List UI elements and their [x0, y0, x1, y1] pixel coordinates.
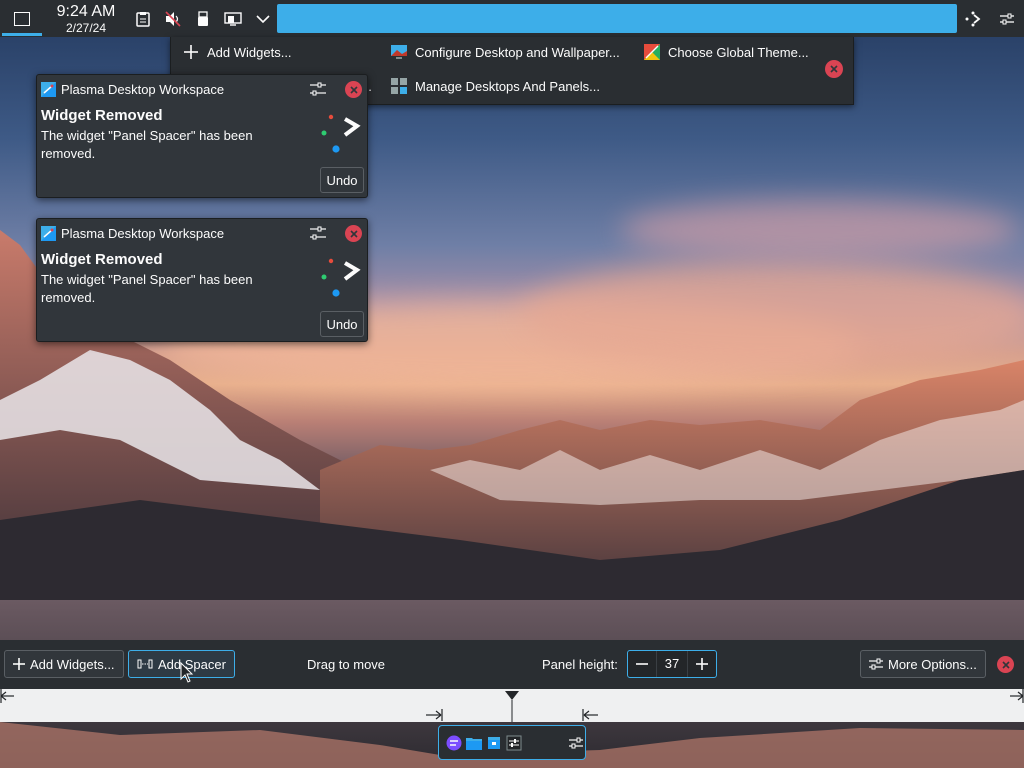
system-settings-icon — [506, 735, 522, 750]
panel-configuration-bar: Add Widgets... Add Spacer Drag to move P… — [0, 640, 1024, 689]
clipboard-icon — [136, 11, 150, 27]
add-widgets-menu-item[interactable]: Add Widgets... — [181, 39, 292, 65]
notification-close-button[interactable] — [345, 81, 362, 98]
close-icon — [830, 65, 838, 73]
offset-handle[interactable] — [505, 691, 519, 722]
usb-device-icon — [198, 10, 208, 26]
panel-ruler — [0, 689, 1024, 722]
notification-settings-icon[interactable] — [309, 224, 327, 242]
notification-popup: Plasma Desktop Workspace Widget Removed … — [36, 218, 368, 342]
plasma-app-icon — [41, 225, 56, 241]
min-length-left-handle[interactable] — [426, 709, 443, 721]
edit-mode-icon — [965, 11, 981, 26]
ruler-markers — [0, 689, 1024, 722]
notification-title: Widget Removed — [41, 251, 163, 268]
undo-button[interactable]: Undo — [320, 311, 364, 337]
theme-icon — [642, 42, 662, 62]
clock-time: 9:24 AM — [56, 2, 116, 20]
add-widgets-label: Add Widgets... — [207, 44, 292, 60]
choose-global-theme-menu-item[interactable]: Choose Global Theme... — [642, 39, 809, 65]
clock-date: 2/27/24 — [65, 20, 107, 35]
panel-height-input[interactable]: 37 — [656, 651, 688, 677]
drag-to-move-label[interactable]: Drag to move — [307, 657, 385, 672]
app-launcher-button[interactable] — [445, 734, 462, 752]
close-icon — [1001, 660, 1010, 669]
notification-body: The widget "Panel Spacer" has been remov… — [41, 272, 253, 305]
folder-icon — [465, 737, 482, 750]
configure-desktop-label: Configure Desktop and Wallpaper... — [415, 44, 620, 60]
plus-icon — [181, 42, 201, 62]
minus-icon — [636, 663, 648, 665]
panel-height-label: Panel height: — [542, 657, 618, 672]
close-icon — [349, 85, 358, 94]
notification-app-name: Plasma Desktop Workspace — [61, 81, 225, 97]
panel-settings-button[interactable] — [990, 0, 1024, 37]
panel-right-controls — [956, 0, 1024, 37]
close-icon — [349, 229, 358, 238]
display-button[interactable] — [218, 0, 248, 37]
manage-desktops-label: Manage Desktops And Panels... — [415, 78, 601, 94]
launcher-icon — [446, 735, 462, 750]
notification-app-name: Plasma Desktop Workspace — [61, 225, 225, 241]
show-desktop-icon — [14, 11, 30, 26]
clipboard-button[interactable] — [128, 0, 158, 37]
plus-icon — [696, 658, 708, 670]
plus-icon — [13, 658, 25, 670]
bottom-panel — [438, 725, 586, 760]
tray-expander-button[interactable] — [248, 0, 278, 37]
min-length-right-handle[interactable] — [582, 709, 598, 721]
right-edge-handle[interactable] — [1010, 689, 1024, 703]
settings-sliders-icon — [1000, 13, 1014, 24]
more-options-label: More Options... — [888, 656, 977, 672]
decrease-height-button[interactable] — [628, 651, 656, 677]
notification-body: The widget "Panel Spacer" has been remov… — [41, 128, 253, 161]
notification-close-button[interactable] — [345, 225, 362, 242]
bottom-panel-settings-button[interactable] — [568, 734, 585, 752]
mouse-cursor-icon — [180, 662, 194, 683]
panel-spacer-highlight[interactable] — [277, 4, 957, 33]
digital-clock[interactable]: 9:24 AM 2/27/24 — [44, 0, 128, 37]
file-manager-button[interactable] — [465, 734, 482, 752]
show-desktop-button[interactable] — [0, 0, 44, 37]
volume-muted-icon — [165, 10, 181, 27]
panel-height-spinbox: 37 — [627, 650, 717, 678]
settings-sliders-icon — [869, 658, 883, 670]
desktops-grid-icon — [389, 76, 409, 96]
edit-mode-badge-icon — [321, 258, 361, 297]
left-edge-handle[interactable] — [0, 689, 14, 703]
choose-global-theme-label: Choose Global Theme... — [668, 44, 809, 60]
add-widgets-button[interactable]: Add Widgets... — [4, 650, 124, 678]
device-notifier-button[interactable] — [188, 0, 218, 37]
add-widgets-label: Add Widgets... — [30, 656, 115, 672]
notification-popup: Plasma Desktop Workspace Widget Removed … — [36, 74, 368, 198]
package-icon — [488, 736, 500, 749]
manage-desktops-menu-item[interactable]: Manage Desktops And Panels... — [389, 73, 600, 99]
edit-mode-button[interactable] — [956, 0, 990, 37]
active-indicator — [2, 33, 42, 36]
edit-mode-badge-icon — [321, 114, 361, 153]
chevron-down-icon — [256, 14, 270, 23]
volume-button[interactable] — [158, 0, 188, 37]
notification-settings-icon[interactable] — [309, 80, 327, 98]
undo-button[interactable]: Undo — [320, 167, 364, 193]
exit-edit-mode-button[interactable] — [825, 60, 843, 78]
wallpaper-icon — [389, 42, 409, 62]
more-options-button[interactable]: More Options... — [860, 650, 986, 678]
spacer-icon — [137, 659, 153, 669]
plasma-app-icon — [41, 81, 56, 97]
increase-height-button[interactable] — [688, 651, 716, 677]
settings-sliders-icon — [569, 737, 584, 748]
display-icon — [224, 11, 242, 26]
top-panel: 9:24 AM 2/27/24 — [0, 0, 1024, 37]
app-store-button[interactable] — [485, 734, 502, 752]
system-settings-button[interactable] — [506, 734, 523, 752]
notification-title: Widget Removed — [41, 107, 163, 124]
configure-desktop-menu-item[interactable]: Configure Desktop and Wallpaper... — [389, 39, 620, 65]
close-panel-config-button[interactable] — [997, 656, 1014, 673]
